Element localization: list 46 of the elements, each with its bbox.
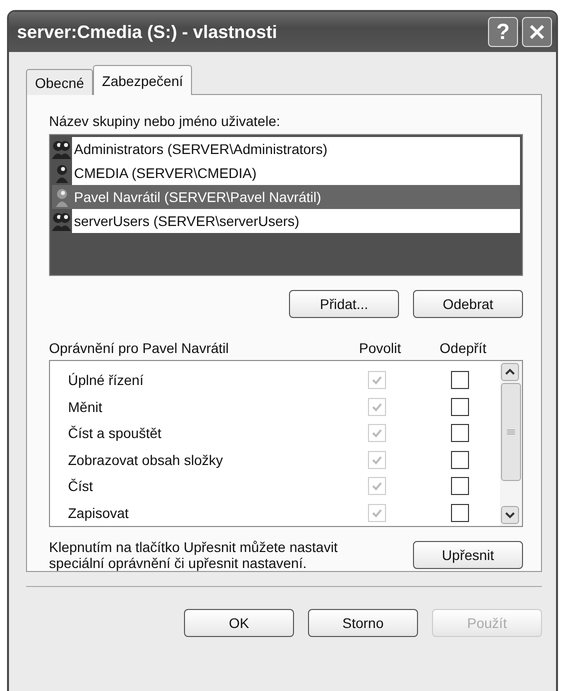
tab[interactable]: Obecné xyxy=(26,69,94,95)
chevron-up-icon xyxy=(505,368,515,376)
dialog-button[interactable]: OK xyxy=(184,609,294,637)
deny-checkbox[interactable] xyxy=(451,477,469,496)
user-list-item[interactable]: CMEDIA (SERVER\CMEDIA) xyxy=(72,161,520,185)
close-button[interactable] xyxy=(522,17,552,47)
advanced-hint: Klepnutím na tlačítko Upřesnit můžete nastavit speciální oprávnění či upřesnit nastavení. xyxy=(49,539,339,571)
check-icon xyxy=(371,400,383,413)
deny-header: Odepřít xyxy=(440,340,486,356)
scroll-down-button[interactable] xyxy=(501,506,519,524)
tab[interactable]: Zabezpečení xyxy=(93,65,192,95)
permission-label: Číst a spouštět xyxy=(67,425,162,442)
deny-checkbox[interactable] xyxy=(451,371,469,390)
deny-checkbox[interactable] xyxy=(451,450,469,469)
permission-label: Měnit xyxy=(67,398,104,415)
permission-label: Zobrazovat obsah složky xyxy=(67,452,224,468)
check-icon xyxy=(371,506,383,519)
chevron-down-icon xyxy=(505,511,515,519)
window-title: server:Cmedia (S:) - vlastnosti xyxy=(17,22,278,42)
permission-label: Zapisovat xyxy=(67,504,130,521)
user-action-button[interactable]: Odebrat xyxy=(413,290,523,318)
user-action-button[interactable]: Přidat... xyxy=(289,290,399,318)
deny-checkbox[interactable] xyxy=(451,398,469,416)
check-icon xyxy=(371,454,383,466)
check-icon xyxy=(371,427,383,440)
users-label: Název skupiny nebo jméno uživatele: xyxy=(49,113,282,129)
grip-icon xyxy=(507,429,515,435)
help-button[interactable]: ? xyxy=(488,17,518,47)
close-icon xyxy=(529,24,545,40)
dialog-button[interactable]: Storno xyxy=(308,609,418,637)
check-icon xyxy=(371,480,383,492)
scrollbar[interactable] xyxy=(500,361,522,526)
scroll-thumb[interactable] xyxy=(501,383,521,481)
user-list-item[interactable]: serverUsers (SERVER\serverUsers) xyxy=(72,209,520,233)
allow-header: Povolit xyxy=(358,340,402,356)
user-group-icon xyxy=(52,211,72,231)
check-icon xyxy=(371,374,383,386)
permission-label: Číst xyxy=(67,478,94,494)
permissions-title: Oprávnění pro Pavel Navrátil xyxy=(49,340,230,356)
scroll-up-button[interactable] xyxy=(501,363,519,381)
deny-checkbox[interactable] xyxy=(451,424,469,442)
advanced-button[interactable]: Upřesnit xyxy=(413,541,523,569)
user-group-icon xyxy=(52,139,72,159)
deny-checkbox[interactable] xyxy=(451,504,469,522)
user-list-item[interactable]: Administrators (SERVER\Administrators) xyxy=(72,137,520,161)
permission-label: Úplné řízení xyxy=(67,372,144,388)
